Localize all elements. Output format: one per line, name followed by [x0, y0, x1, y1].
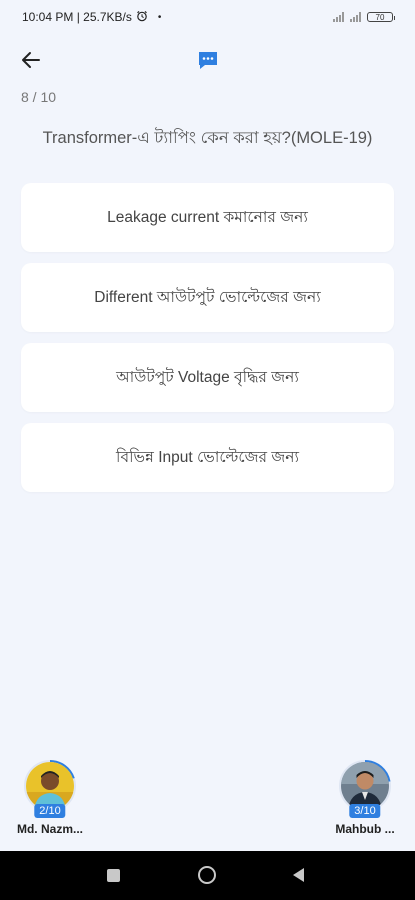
player-right: 3/10 Mahbub ... — [315, 760, 415, 836]
score-badge: 3/10 — [349, 804, 381, 818]
player-name: Mahbub ... — [335, 822, 395, 836]
home-button[interactable] — [198, 866, 216, 884]
answer-option-2[interactable]: Different আউটপুট ভোল্টেজের জন্য — [21, 263, 394, 332]
arrow-left-icon — [22, 52, 40, 68]
alarm-icon — [136, 10, 148, 25]
signal-icon — [333, 12, 344, 22]
status-bar: 10:04 PM | 25.7KB/s • 70 — [0, 0, 415, 34]
player-left-avatar-wrap: 2/10 — [24, 760, 76, 818]
chat-button[interactable] — [196, 48, 220, 72]
battery-icon: 70 — [367, 12, 395, 22]
answer-option-3[interactable]: আউটপুট Voltage বৃদ্ধির জন্য — [21, 343, 394, 412]
signal-icon-2 — [350, 12, 361, 22]
player-name: Md. Nazm... — [16, 822, 83, 836]
question-text: Transformer-এ ট্যাপিং কেন করা হয়?(MOLE-… — [42, 129, 373, 147]
status-right: 70 — [333, 12, 395, 22]
answer-options: Leakage current কমানোর জন্য Different আউ… — [21, 183, 394, 503]
avatar — [26, 762, 74, 810]
avatar — [341, 762, 389, 810]
header — [0, 40, 415, 80]
status-left: 10:04 PM | 25.7KB/s • — [22, 10, 161, 25]
navigation-bar — [0, 851, 415, 900]
back-nav-button[interactable] — [293, 868, 304, 882]
player-left: 2/10 Md. Nazm... — [0, 760, 100, 836]
score-badge: 2/10 — [34, 804, 66, 818]
back-button[interactable] — [18, 47, 44, 73]
player-right-avatar-wrap: 3/10 — [339, 760, 391, 818]
status-time: 10:04 PM | 25.7KB/s — [22, 10, 132, 24]
answer-option-4[interactable]: বিভিন্ন Input ভোল্টেজের জন্য — [21, 423, 394, 492]
chat-bubble-icon — [199, 52, 217, 69]
question-progress: 8 / 10 — [21, 89, 57, 105]
battery-level: 70 — [375, 13, 385, 22]
recent-apps-button[interactable] — [107, 869, 120, 882]
dot-icon: • — [157, 11, 162, 23]
answer-option-1[interactable]: Leakage current কমানোর জন্য — [21, 183, 394, 252]
